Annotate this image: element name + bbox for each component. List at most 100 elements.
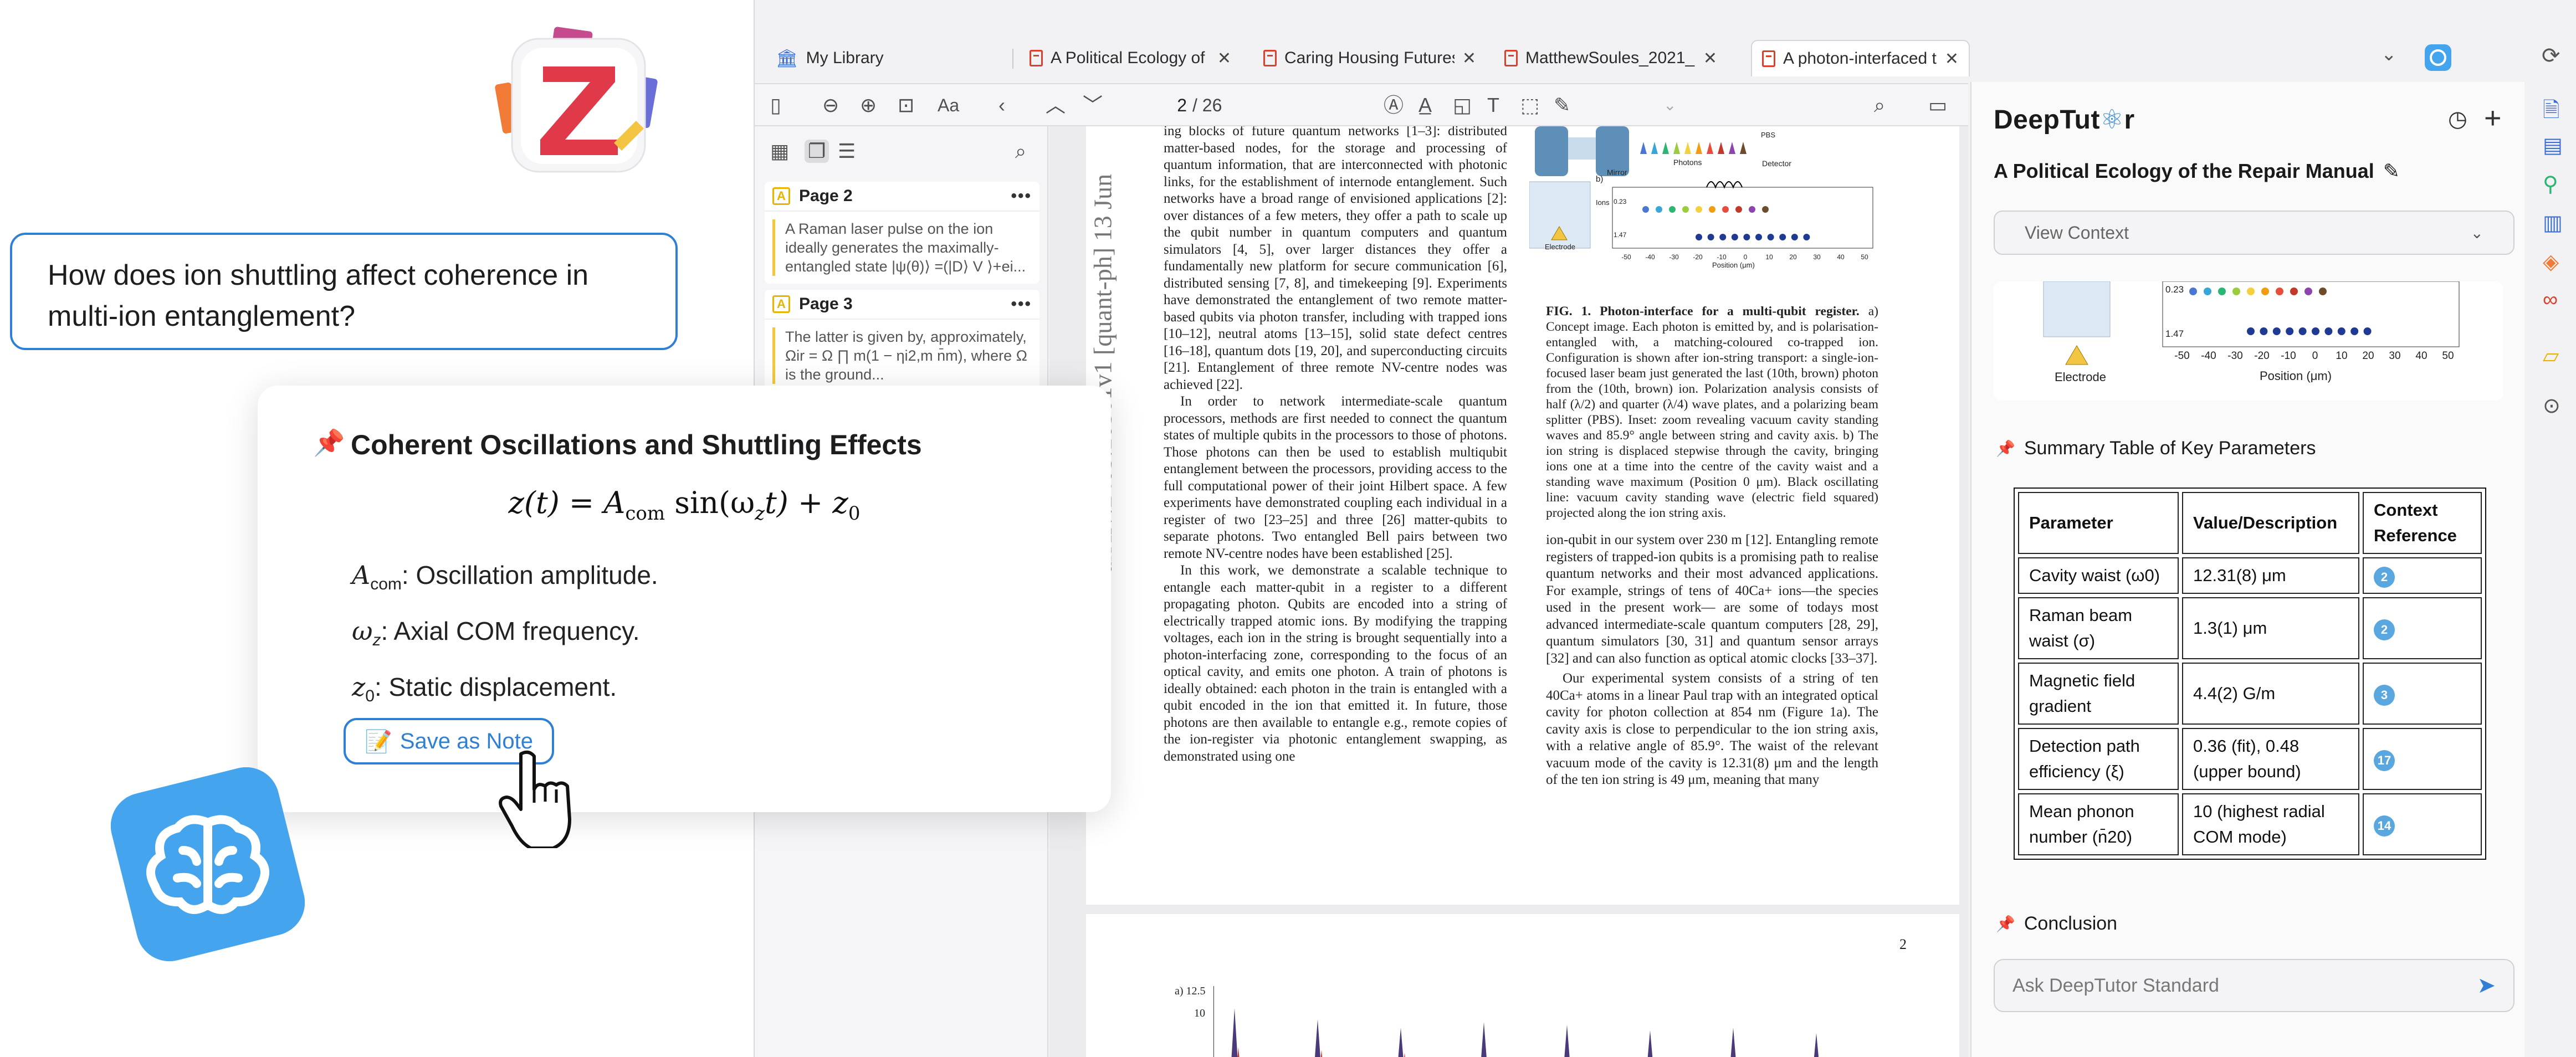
ion-dot <box>2204 288 2211 295</box>
highlight-icon: A <box>772 187 790 205</box>
fig-tick-t2: 1.47 <box>1614 231 1627 239</box>
search-icon[interactable]: ⌕ <box>1874 92 1885 119</box>
locate-icon[interactable]: ⊙ <box>2543 393 2560 418</box>
send-icon[interactable]: ➤ <box>2477 973 2496 998</box>
annotation-card[interactable]: A Page 3 ••• The latter is given by, app… <box>765 290 1039 392</box>
context-ref-badge[interactable]: 2 <box>2374 567 2395 588</box>
pointer-hand-icon <box>499 750 571 848</box>
mini-electrode: Electrode <box>2055 370 2106 384</box>
libraries-icon[interactable]: ▥ <box>2543 211 2563 235</box>
ion-dot <box>1656 206 1662 213</box>
ion-dot <box>1707 234 1714 240</box>
summary-table: Parameter Value/Description Context Refe… <box>2014 488 2486 860</box>
new-chat-icon[interactable]: + <box>2484 101 2502 135</box>
highlight-tool-icon[interactable]: Ⓐ <box>1384 92 1404 119</box>
ion-dot <box>1709 206 1715 213</box>
attachments-icon[interactable]: ⚲ <box>2543 172 2558 197</box>
fit-page-icon[interactable]: ⊡ <box>898 92 914 119</box>
pdf-viewer[interactable]: arXiv:2405.10501v1 [quant-ph] 13 Jun ing… <box>1049 126 1968 1057</box>
tab-my-library[interactable]: 🏛 My Library <box>766 40 976 76</box>
zoom-out-icon[interactable]: ⊖ <box>822 92 839 119</box>
pdf-page: arXiv:2405.10501v1 [quant-ph] 13 Jun ing… <box>1086 126 1959 905</box>
text-tool-icon[interactable]: T <box>1487 92 1499 119</box>
tabs-dropdown-chevron-icon[interactable]: ⌄ <box>2381 43 2397 65</box>
figure-1: Mirror Photons Detector PBS Ions Electro… <box>1529 126 1873 269</box>
history-icon[interactable]: ◷ <box>2448 106 2467 132</box>
ion-dot <box>1779 234 1786 240</box>
close-icon[interactable]: ✕ <box>1945 49 1959 69</box>
outline-icon[interactable]: ☰ <box>838 140 856 163</box>
ask-deeptutor-input[interactable]: Ask DeepTutor Standard ➤ <box>1994 959 2514 1012</box>
area-tool-icon[interactable]: ⬚ <box>1520 92 1539 119</box>
context-ref-badge[interactable]: 14 <box>2374 815 2395 837</box>
page-number-label: 2 <box>1899 936 1907 952</box>
ion-dot <box>1722 206 1729 213</box>
answer-card: 📌 Coherent Oscillations and Shuttling Ef… <box>258 386 1111 848</box>
ion-dot <box>2304 288 2312 295</box>
table-row: Magnetic field gradient 4.4(2) G/m 3 <box>2018 663 2482 725</box>
definition-item: z0: Static displacement. <box>352 672 617 706</box>
context-ref-badge[interactable]: 17 <box>2374 750 2395 771</box>
appearance-icon[interactable]: Aa <box>938 92 959 119</box>
tab-matthewsoules[interactable]: MatthewSoules_2021_In ✕ <box>1494 40 1727 76</box>
ion-dot <box>2312 327 2319 335</box>
definition-item: ωz: Axial COM frequency. <box>352 616 640 650</box>
fig-label-photons: Photons <box>1673 158 1702 167</box>
context-ref-badge[interactable]: 2 <box>2374 619 2395 640</box>
draw-tool-icon[interactable]: ✎ <box>1554 92 1570 119</box>
tick-label: -20 <box>1693 253 1703 261</box>
tick-label: 20 <box>2362 350 2374 362</box>
tab-caring-housing[interactable]: Caring Housing Futures: ✕ <box>1253 40 1486 76</box>
more-options-icon[interactable]: ••• <box>1011 187 1032 206</box>
notes-icon[interactable]: ▱ <box>2543 343 2559 368</box>
ion-dot <box>1696 234 1702 240</box>
zoom-in-icon[interactable]: ⊕ <box>860 92 877 119</box>
note-tool-icon[interactable]: ◱ <box>1453 92 1472 119</box>
annotation-text: The latter is given by, approximately, Ω… <box>772 327 1032 384</box>
more-options-icon[interactable]: ••• <box>1011 295 1032 314</box>
thumbnails-icon[interactable]: ▦ <box>770 140 789 163</box>
context-pane-icon[interactable]: ▭ <box>1928 92 1947 119</box>
ion-dot <box>2247 327 2255 335</box>
next-page-icon[interactable]: ﹀ <box>1083 92 1103 119</box>
tags-icon[interactable]: ◈ <box>2543 249 2559 274</box>
close-icon[interactable]: ✕ <box>1217 49 1231 68</box>
fig-label-mirror: Mirror <box>1607 168 1627 177</box>
note-icon: 📝 <box>365 729 392 754</box>
ion-dot <box>1803 234 1810 240</box>
related-icon[interactable]: ∞ <box>2543 288 2558 312</box>
tab-political-ecology[interactable]: A Political Ecology of the ✕ <box>1020 40 1241 76</box>
ion-dot <box>2272 327 2281 335</box>
previous-page-icon[interactable]: ︿ <box>1046 92 1066 119</box>
view-context-dropdown[interactable]: View Context ⌄ <box>1994 211 2514 255</box>
ion-dot <box>2232 288 2240 295</box>
back-icon[interactable]: ‹ <box>998 92 1005 119</box>
sidebar-search-icon[interactable]: ⌕ <box>1015 140 1026 163</box>
tick-label: -20 <box>2254 350 2269 362</box>
context-figure-preview: Electrode 0.23 1.47 -50 -40 -30 -20 -10 0 10 20… <box>1994 281 2503 401</box>
conclusion-section-heading: 📌 Conclusion <box>1996 913 2118 934</box>
fig-label-ions: Ions <box>1596 198 1610 207</box>
underline-tool-icon[interactable]: A̲ <box>1418 92 1432 119</box>
context-ref-badge[interactable]: 3 <box>2374 685 2395 706</box>
info-pane-icon[interactable]: 🗎 <box>2543 94 2560 130</box>
color-dropdown-icon[interactable]: ⌄ <box>1663 92 1676 119</box>
tab-photon-interfaced[interactable]: A photon-interfaced ten ✕ <box>1751 40 1970 76</box>
deeptutor-toggle-icon[interactable] <box>2424 43 2452 72</box>
annotations-view-icon[interactable]: ❐ <box>805 140 829 163</box>
annotation-card[interactable]: A Page 2 ••• A Raman laser pulse on the … <box>765 182 1039 284</box>
edit-pencil-icon[interactable]: ✎ <box>2383 160 2400 182</box>
page-number-input[interactable]: 2 <box>1131 92 1187 119</box>
tick-label: 50 <box>2442 350 2454 362</box>
toggle-sidebar-icon[interactable]: ▯ <box>770 92 781 119</box>
card-title: Coherent Oscillations and Shuttling Effe… <box>351 429 922 460</box>
pdf-icon <box>1762 50 1775 67</box>
ion-dot <box>2324 327 2333 335</box>
fig-label-b: b) <box>1596 175 1603 184</box>
table-row: Detection path efficiency (ξ) 0.36 (fit),… <box>2018 728 2482 790</box>
ion-dot <box>2286 327 2294 335</box>
close-icon[interactable]: ✕ <box>1462 49 1476 68</box>
close-icon[interactable]: ✕ <box>1703 49 1717 68</box>
tick-label: -30 <box>1669 253 1679 261</box>
abstract-icon[interactable]: ▤ <box>2543 133 2563 158</box>
